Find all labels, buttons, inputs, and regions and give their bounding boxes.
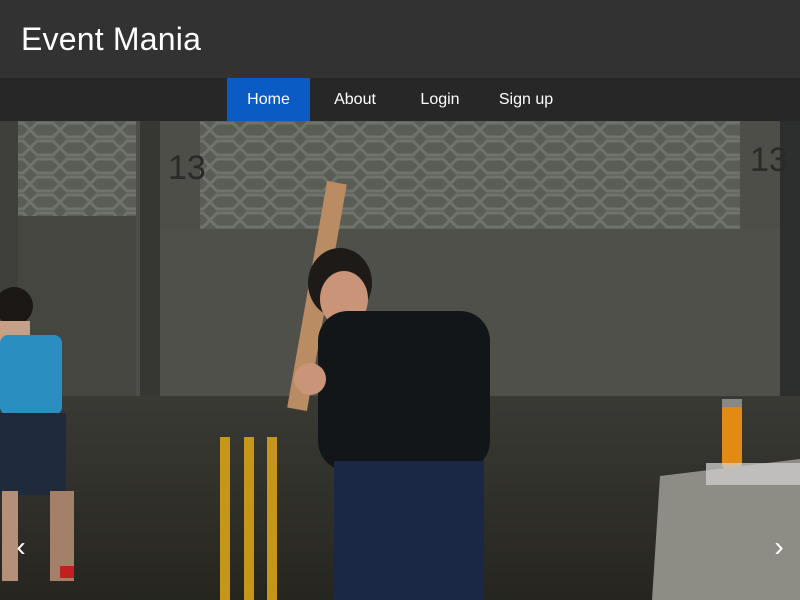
carousel-next-button[interactable]: › bbox=[758, 516, 800, 578]
svg-text:13: 13 bbox=[750, 141, 788, 179]
nav-home[interactable]: Home bbox=[227, 78, 310, 121]
nav-signup[interactable]: Sign up bbox=[486, 78, 566, 121]
brand-title[interactable]: Event Mania bbox=[21, 20, 201, 58]
svg-text:13: 13 bbox=[168, 149, 206, 187]
chevron-right-icon: › bbox=[774, 531, 784, 562]
nav-login[interactable]: Login bbox=[404, 78, 476, 121]
chevron-left-icon: ‹ bbox=[16, 531, 26, 562]
nav-about[interactable]: About bbox=[317, 78, 393, 121]
hero-image: 13 13 bbox=[0, 121, 800, 600]
site-header: Event Mania bbox=[0, 0, 800, 78]
carousel-prev-button[interactable]: ‹ bbox=[0, 516, 42, 578]
hero-carousel: 13 13 ‹ › bbox=[0, 121, 800, 600]
main-navbar: Home About Login Sign up bbox=[0, 78, 800, 121]
